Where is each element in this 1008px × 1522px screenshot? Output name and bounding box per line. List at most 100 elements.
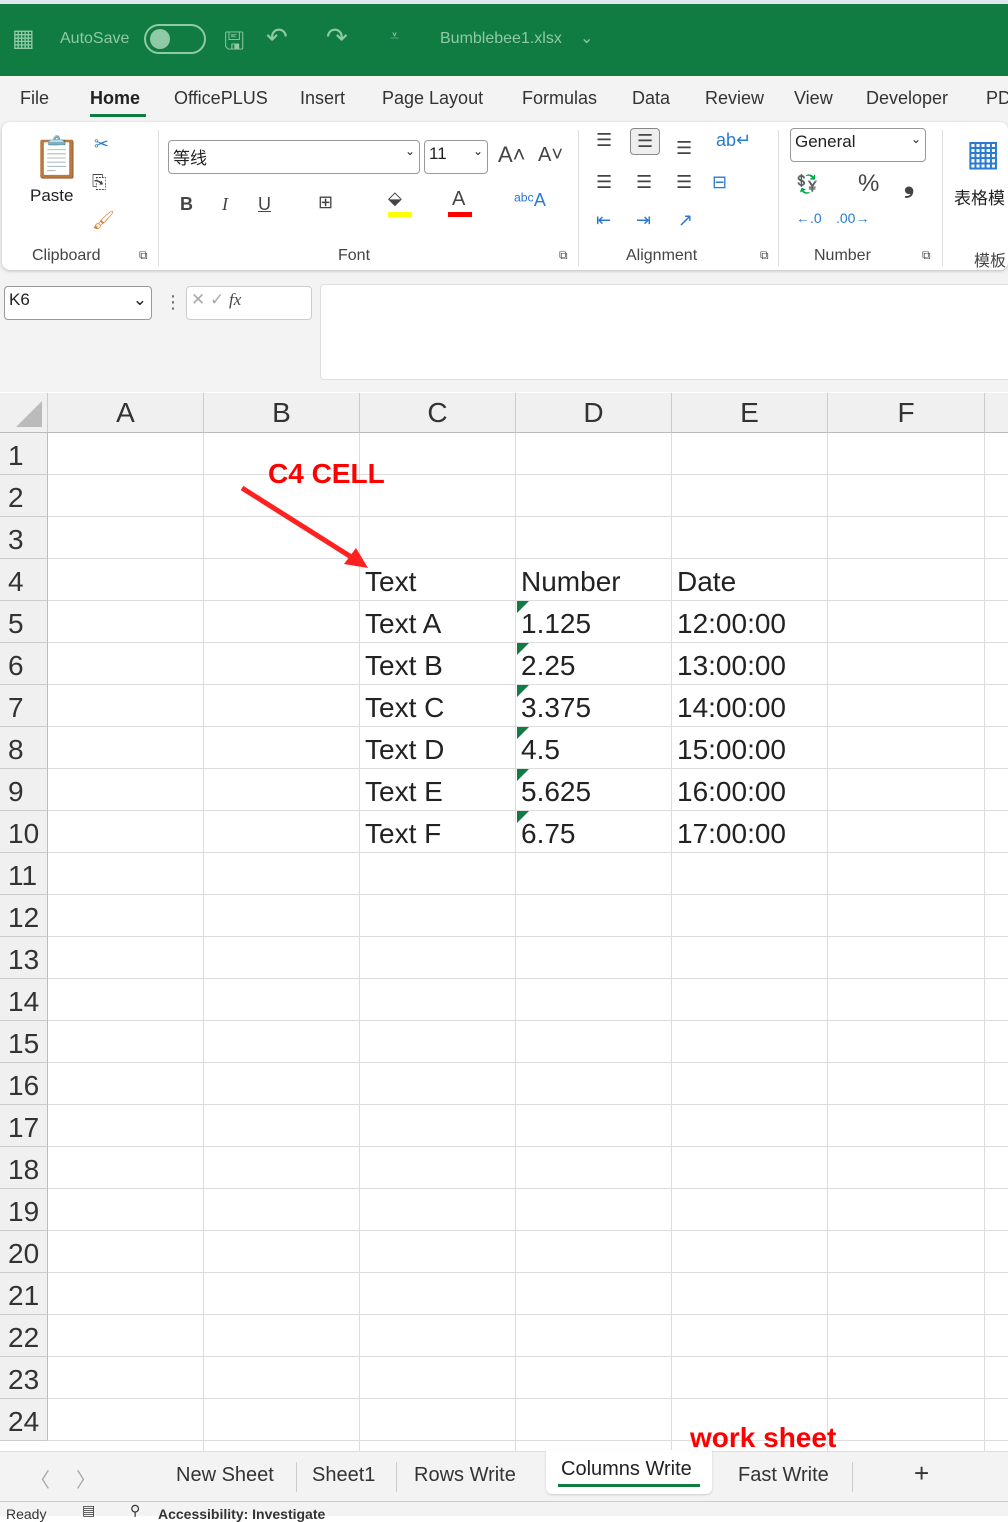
menu-insert[interactable]: Insert xyxy=(300,88,345,109)
dialog-launcher-icon[interactable]: ⧉ xyxy=(139,248,148,263)
customize-toolbar-icon[interactable]: ⩡ xyxy=(390,28,399,46)
decrease-font-icon[interactable]: A˅ xyxy=(538,144,563,167)
row-header-5[interactable]: 5 xyxy=(0,601,48,643)
table-template-button[interactable]: 表格模 xyxy=(954,184,1005,209)
menu-developer[interactable]: Developer xyxy=(866,88,948,109)
cut-icon[interactable]: ✂ xyxy=(94,134,109,155)
redo-icon[interactable]: ↷ xyxy=(326,22,348,53)
font-name-dropdown[interactable]: 等线 ⌄ xyxy=(168,140,420,174)
table-cell[interactable]: 17:00:00 xyxy=(672,813,786,855)
dialog-launcher-icon[interactable]: ⧉ xyxy=(922,248,931,263)
menu-home[interactable]: Home xyxy=(90,88,140,109)
comma-style-button[interactable]: ❟ xyxy=(904,168,914,200)
row-header-2[interactable]: 2 xyxy=(0,475,48,517)
row-header-20[interactable]: 20 xyxy=(0,1231,48,1273)
row-header-9[interactable]: 9 xyxy=(0,769,48,811)
sheet-tab-new-sheet[interactable]: New Sheet xyxy=(176,1464,274,1487)
column-header-C[interactable]: C xyxy=(360,393,516,433)
wrap-text-icon[interactable]: ab↵ xyxy=(716,130,751,151)
column-header-B[interactable]: B xyxy=(204,393,360,433)
scroll-right-icon[interactable]: 〉 xyxy=(76,1464,96,1493)
row-header-14[interactable]: 14 xyxy=(0,979,48,1021)
sheet-tab-sheet1[interactable]: Sheet1 xyxy=(312,1464,375,1487)
table-cell[interactable]: Text A xyxy=(360,603,441,645)
row-header-10[interactable]: 10 xyxy=(0,811,48,853)
increase-decimal-icon[interactable]: ←.0 xyxy=(796,210,822,226)
percent-style-button[interactable]: % xyxy=(858,170,879,198)
align-top-icon[interactable]: ☰ xyxy=(596,130,612,151)
column-header-A[interactable]: A xyxy=(48,393,204,433)
sheet-tab-rows-write[interactable]: Rows Write xyxy=(414,1464,516,1487)
row-header-4[interactable]: 4 xyxy=(0,559,48,601)
file-name[interactable]: Bumblebee1.xlsx xyxy=(440,30,562,48)
table-cell[interactable]: 12:00:00 xyxy=(672,603,786,645)
font-size-dropdown[interactable]: 11 ⌄ xyxy=(424,140,488,174)
merge-center-icon[interactable]: ⊟ xyxy=(712,172,727,193)
cancel-icon[interactable]: ✕ xyxy=(191,290,205,309)
menu-view[interactable]: View xyxy=(794,88,833,109)
table-cell[interactable]: Text E xyxy=(360,771,443,813)
formula-input[interactable] xyxy=(320,284,1008,380)
row-header-13[interactable]: 13 xyxy=(0,937,48,979)
table-cell[interactable]: Text B xyxy=(360,645,443,687)
row-header-19[interactable]: 19 xyxy=(0,1189,48,1231)
chevron-down-icon[interactable]: ⌄ xyxy=(580,28,593,48)
table-cell[interactable]: 16:00:00 xyxy=(672,771,786,813)
format-painter-icon[interactable]: 🖌 xyxy=(92,210,115,231)
select-all-button[interactable] xyxy=(0,393,48,433)
fill-color-icon[interactable]: ⬙ xyxy=(388,188,402,209)
cell-header-number[interactable]: Number xyxy=(516,561,621,603)
menu-page-layout[interactable]: Page Layout xyxy=(382,88,483,109)
row-header-7[interactable]: 7 xyxy=(0,685,48,727)
menu-officeplus[interactable]: OfficePLUS xyxy=(174,88,268,109)
accounting-format-icon[interactable]: 💱 xyxy=(796,174,818,195)
sheet-tab-fast-write[interactable]: Fast Write xyxy=(738,1464,829,1487)
table-cell[interactable]: 13:00:00 xyxy=(672,645,786,687)
phonetic-icon[interactable]: ᵃᵇᶜA xyxy=(514,190,546,211)
copy-icon[interactable]: ⎘ xyxy=(92,172,106,193)
table-cell[interactable]: 14:00:00 xyxy=(672,687,786,729)
align-left-icon[interactable]: ☰ xyxy=(596,172,612,193)
worksheet-grid[interactable]: A B C D E F 1 2 3 4 5 6 7 8 9 10 11 12 13 14 15 16 17 18 19 20 21 2… xyxy=(0,393,1008,1451)
column-header-F[interactable]: F xyxy=(828,393,985,433)
decrease-indent-icon[interactable]: ⇤ xyxy=(596,210,611,231)
sheet-tab-columns-write[interactable]: Columns Write xyxy=(546,1450,712,1494)
table-cell[interactable]: Text D xyxy=(360,729,444,771)
row-header-11[interactable]: 11 xyxy=(0,853,48,895)
bold-button[interactable]: B xyxy=(180,194,193,215)
paste-icon[interactable]: 📋 xyxy=(32,134,82,181)
align-right-icon[interactable]: ☰ xyxy=(676,172,692,193)
dialog-launcher-icon[interactable]: ⧉ xyxy=(760,248,769,263)
menu-pdf[interactable]: PD xyxy=(986,88,1008,109)
row-header-3[interactable]: 3 xyxy=(0,517,48,559)
orientation-icon[interactable]: ↗ xyxy=(678,210,693,231)
scroll-left-icon[interactable]: 〈 xyxy=(30,1464,50,1493)
row-header-15[interactable]: 15 xyxy=(0,1021,48,1063)
table-cell[interactable]: Text F xyxy=(360,813,441,855)
save-icon[interactable]: 🖫 xyxy=(224,24,244,65)
menu-review[interactable]: Review xyxy=(705,88,764,109)
undo-icon[interactable]: ↶ xyxy=(266,22,288,53)
table-cell[interactable]: Text C xyxy=(360,687,444,729)
align-middle-icon[interactable]: ☰ xyxy=(630,128,661,155)
name-box[interactable]: K6 ⌄ xyxy=(4,286,152,320)
cell-header-date[interactable]: Date xyxy=(672,561,736,603)
align-bottom-icon[interactable]: ☰ xyxy=(676,138,692,159)
sheet-view-icon[interactable]: ▤ xyxy=(82,1502,95,1519)
row-header-22[interactable]: 22 xyxy=(0,1315,48,1357)
more-icon[interactable]: ⋮ xyxy=(164,292,182,313)
increase-indent-icon[interactable]: ⇥ xyxy=(636,210,651,231)
row-header-21[interactable]: 21 xyxy=(0,1273,48,1315)
paste-button[interactable]: Paste xyxy=(30,186,73,206)
row-header-8[interactable]: 8 xyxy=(0,727,48,769)
menu-data[interactable]: Data xyxy=(632,88,670,109)
row-header-12[interactable]: 12 xyxy=(0,895,48,937)
column-header-g[interactable] xyxy=(985,393,1008,433)
column-header-D[interactable]: D xyxy=(516,393,672,433)
add-sheet-button[interactable]: + xyxy=(914,1458,929,1489)
row-header-23[interactable]: 23 xyxy=(0,1357,48,1399)
font-color-icon[interactable]: A xyxy=(452,188,465,211)
table-cell[interactable]: 15:00:00 xyxy=(672,729,786,771)
decrease-decimal-icon[interactable]: .00→ xyxy=(836,210,869,226)
row-header-18[interactable]: 18 xyxy=(0,1147,48,1189)
